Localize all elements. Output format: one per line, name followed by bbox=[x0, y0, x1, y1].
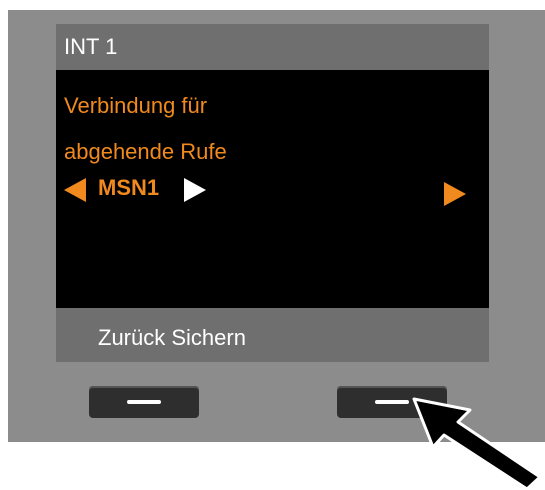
left-softkey-button[interactable] bbox=[89, 386, 199, 418]
prompt-line-2: abgehende Rufe bbox=[64, 139, 227, 164]
selected-value: MSN1 bbox=[98, 175, 160, 200]
header-title: INT 1 bbox=[64, 34, 118, 59]
value-selector[interactable]: MSN1 bbox=[60, 172, 480, 208]
button-bar-icon bbox=[127, 400, 161, 404]
display-header-bar bbox=[56, 24, 489, 70]
softkey-labels: Zurück Sichern bbox=[98, 325, 246, 350]
left-arrow-icon[interactable] bbox=[64, 178, 86, 202]
hand-pointer-arrow-icon bbox=[412, 397, 542, 490]
prompt-line-1: Verbindung für bbox=[64, 93, 208, 118]
right-arrow-icon[interactable] bbox=[444, 182, 466, 206]
right-arrow-icon[interactable] bbox=[184, 178, 206, 202]
